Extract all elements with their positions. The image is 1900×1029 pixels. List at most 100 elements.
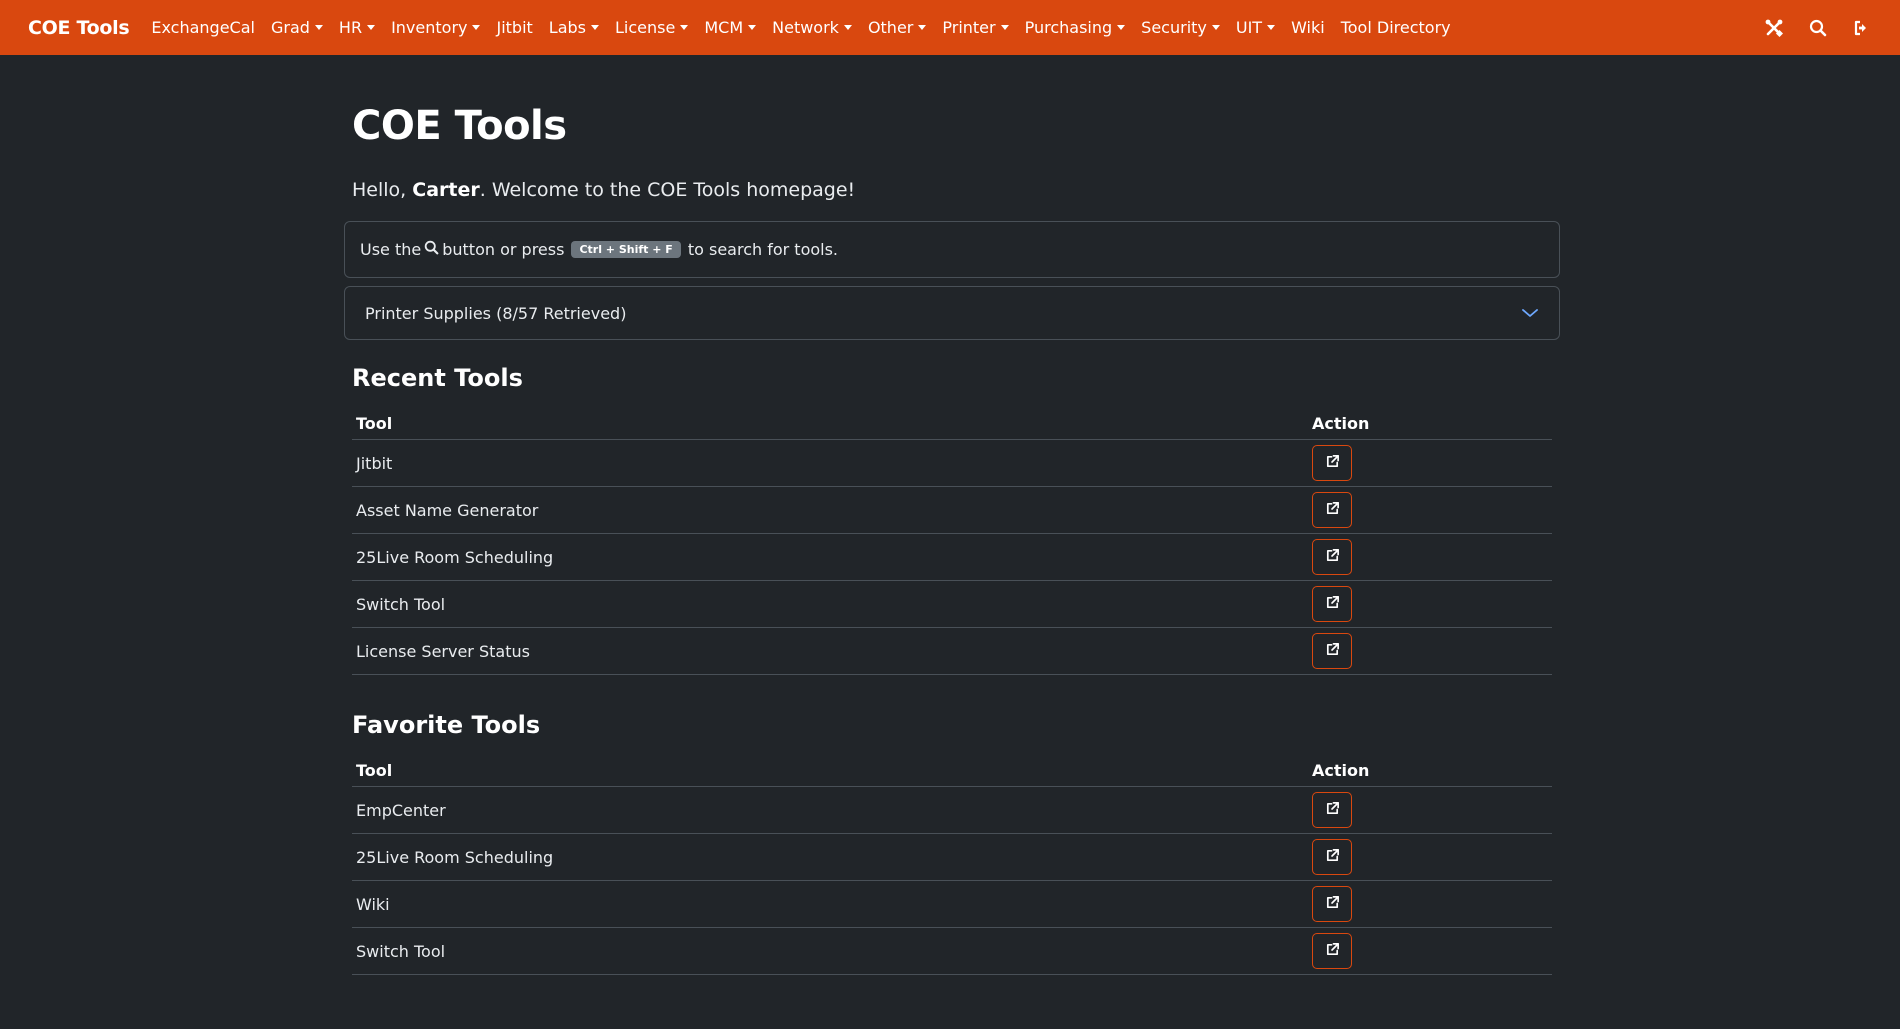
table-row: 25Live Room Scheduling <box>352 533 1552 581</box>
table-row: EmpCenter <box>352 786 1552 834</box>
tool-name: Jitbit <box>352 439 1308 487</box>
open-tool-button[interactable] <box>1312 792 1352 828</box>
column-header-action: Action <box>1308 753 1552 787</box>
table-row: Asset Name Generator <box>352 486 1552 534</box>
nav-item-label: Tool Directory <box>1340 18 1451 37</box>
action-cell <box>1308 833 1552 881</box>
nav-item-label: License <box>615 18 676 37</box>
nav-item-label: Security <box>1141 18 1207 37</box>
tool-name: Switch Tool <box>352 580 1308 628</box>
caret-down-icon <box>1211 25 1220 30</box>
nav-item-license[interactable]: License <box>615 18 689 37</box>
tool-name: Switch Tool <box>352 927 1308 975</box>
brand-logo[interactable]: COE Tools <box>28 17 130 39</box>
tool-name: EmpCenter <box>352 786 1308 834</box>
nav-item-label: Labs <box>548 18 587 37</box>
column-header-tool: Tool <box>352 406 1308 440</box>
action-cell <box>1308 927 1552 975</box>
table-row: Switch Tool <box>352 580 1552 628</box>
favorite-tools-title: Favorite Tools <box>352 711 541 739</box>
search-tip-middle: button or press <box>442 240 565 259</box>
nav-item-uit[interactable]: UIT <box>1235 18 1276 37</box>
table-row: License Server Status <box>352 627 1552 675</box>
top-navbar: COE Tools ExchangeCal Grad HR Inventory Jitb… <box>0 0 1900 55</box>
sign-out-icon[interactable] <box>1852 18 1872 38</box>
favorite-tools-table: Tool Action EmpCenter 25Live Room Schedul… <box>352 753 1552 975</box>
open-tool-button[interactable] <box>1312 633 1352 669</box>
open-tool-button[interactable] <box>1312 839 1352 875</box>
external-link-icon <box>1325 895 1340 914</box>
nav-item-network[interactable]: Network <box>772 18 852 37</box>
action-cell <box>1308 627 1552 675</box>
caret-down-icon <box>472 25 481 30</box>
nav-item-label: HR <box>338 18 363 37</box>
tool-name: Wiki <box>352 880 1308 928</box>
search-icon[interactable] <box>1808 18 1828 38</box>
open-tool-button[interactable] <box>1312 539 1352 575</box>
open-tool-button[interactable] <box>1312 445 1352 481</box>
nav-item-label: Printer <box>942 18 996 37</box>
caret-down-icon <box>367 25 376 30</box>
tool-name: 25Live Room Scheduling <box>352 533 1308 581</box>
nav-item-printer[interactable]: Printer <box>942 18 1009 37</box>
chevron-down-icon <box>1521 304 1539 323</box>
search-icon <box>424 240 439 259</box>
nav-item-label: Other <box>867 18 914 37</box>
nav-item-tool-directory[interactable]: Tool Directory <box>1341 18 1451 37</box>
search-tip-prefix: Use the <box>360 240 422 259</box>
keyboard-shortcut-badge: Ctrl + Shift + F <box>571 241 681 258</box>
table-row: Jitbit <box>352 439 1552 487</box>
nav-item-label: Network <box>772 18 839 37</box>
tools-icon[interactable] <box>1764 18 1784 38</box>
main-content: COE Tools Hello, Carter. Welcome to the … <box>344 55 1560 975</box>
search-tip-panel: Use the button or press Ctrl + Shift + F… <box>344 221 1560 278</box>
nav-item-other[interactable]: Other <box>867 18 927 37</box>
action-cell <box>1308 580 1552 628</box>
nav-item-wiki[interactable]: Wiki <box>1291 18 1325 37</box>
nav-item-purchasing[interactable]: Purchasing <box>1025 18 1126 37</box>
caret-down-icon <box>843 25 852 30</box>
tool-name: License Server Status <box>352 627 1308 675</box>
nav-item-label: Jitbit <box>496 18 533 37</box>
nav-item-label: UIT <box>1235 18 1263 37</box>
recent-tools-table: Tool Action Jitbit Asset Name Generator 25… <box>352 406 1552 675</box>
open-tool-button[interactable] <box>1312 586 1352 622</box>
action-cell <box>1308 786 1552 834</box>
nav-item-label: ExchangeCal <box>151 18 255 37</box>
caret-down-icon <box>1000 25 1009 30</box>
open-tool-button[interactable] <box>1312 933 1352 969</box>
nav-item-label: MCM <box>704 18 744 37</box>
external-link-icon <box>1325 942 1340 961</box>
table-row: Wiki <box>352 880 1552 928</box>
action-cell <box>1308 880 1552 928</box>
external-link-icon <box>1325 548 1340 567</box>
nav-item-label: Inventory <box>391 18 468 37</box>
welcome-suffix: . Welcome to the COE Tools homepage! <box>479 179 856 201</box>
nav-item-hr[interactable]: HR <box>338 18 376 37</box>
nav-item-jitbit[interactable]: Jitbit <box>496 18 532 37</box>
table-row: 25Live Room Scheduling <box>352 833 1552 881</box>
caret-down-icon <box>748 25 757 30</box>
action-cell <box>1308 439 1552 487</box>
nav-item-exchangecal[interactable]: ExchangeCal <box>151 18 255 37</box>
open-tool-button[interactable] <box>1312 886 1352 922</box>
page-title: COE Tools <box>352 103 567 149</box>
recent-tools-title: Recent Tools <box>352 364 523 392</box>
action-cell <box>1308 486 1552 534</box>
action-cell <box>1308 533 1552 581</box>
nav-item-inventory[interactable]: Inventory <box>391 18 481 37</box>
printer-supplies-accordion[interactable]: Printer Supplies (8/57 Retrieved) <box>344 286 1560 340</box>
caret-down-icon <box>1117 25 1126 30</box>
search-tip-suffix: to search for tools. <box>687 240 839 259</box>
open-tool-button[interactable] <box>1312 492 1352 528</box>
nav-item-label: Grad <box>270 18 310 37</box>
external-link-icon <box>1325 501 1340 520</box>
user-name: Carter <box>412 179 480 201</box>
nav-item-security[interactable]: Security <box>1141 18 1220 37</box>
caret-down-icon <box>1267 25 1276 30</box>
nav-item-grad[interactable]: Grad <box>271 18 323 37</box>
nav-item-mcm[interactable]: MCM <box>704 18 757 37</box>
external-link-icon <box>1325 595 1340 614</box>
nav-item-label: Wiki <box>1291 18 1325 37</box>
nav-item-labs[interactable]: Labs <box>548 18 600 37</box>
